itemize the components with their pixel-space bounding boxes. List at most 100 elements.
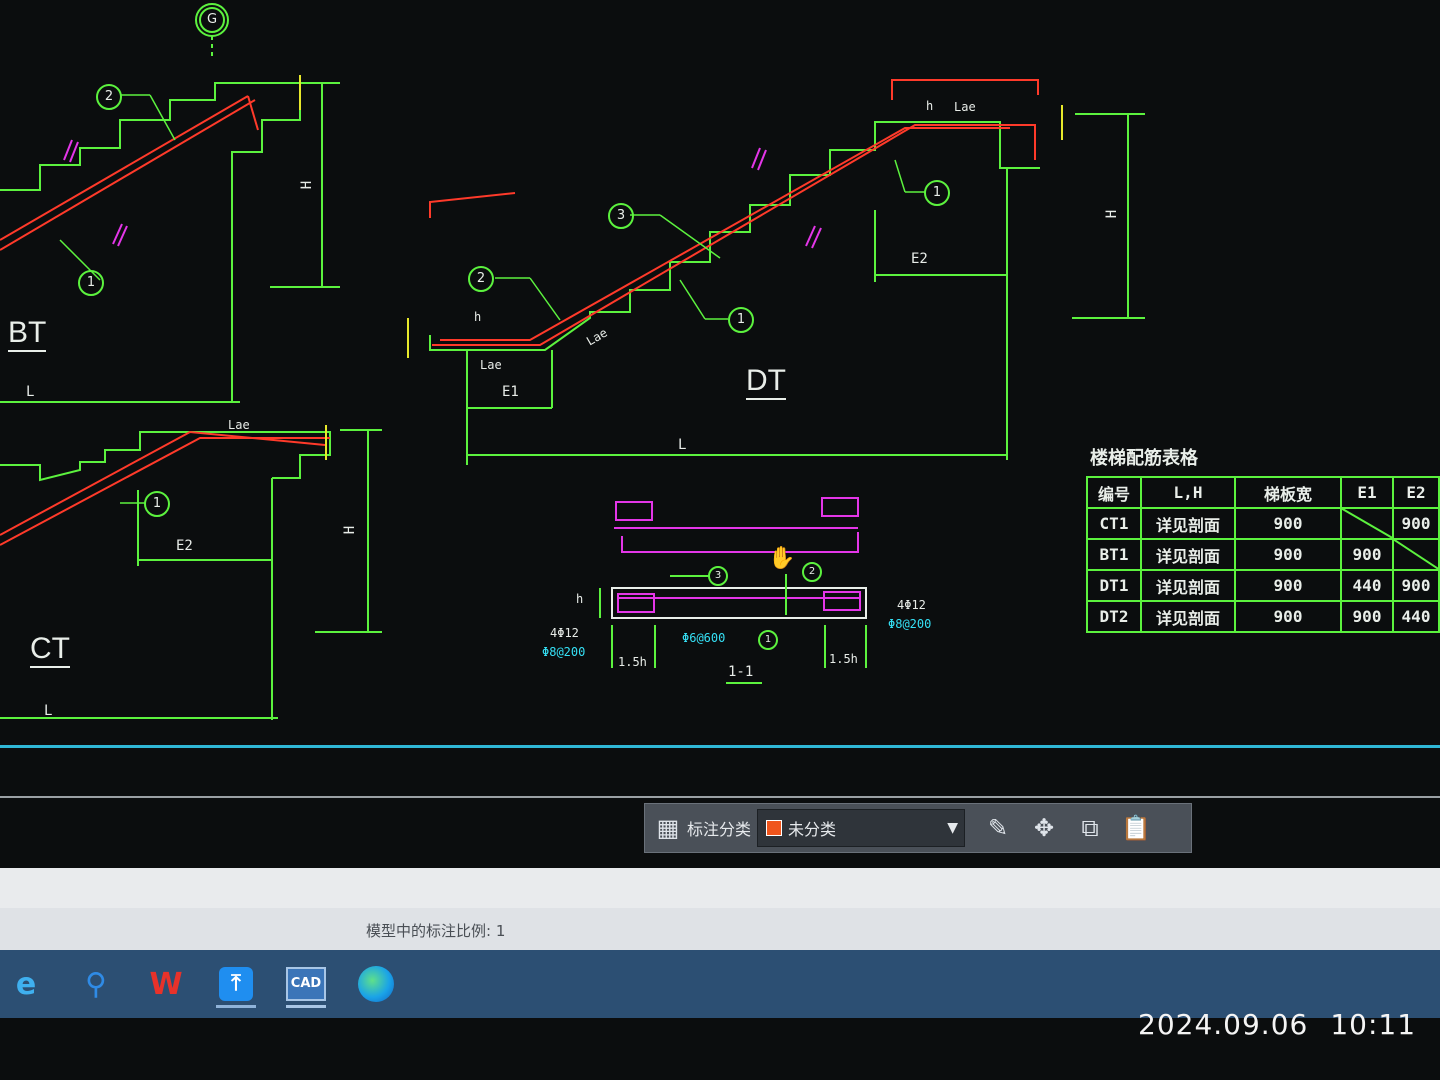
callout-1-bt: 1	[78, 270, 104, 296]
stair-label-ct: CT	[30, 632, 70, 668]
callout-3-section: 3	[708, 566, 728, 586]
callout-2-dt: 2	[468, 266, 494, 292]
chevron-down-icon: ▼	[947, 820, 959, 836]
section-mid-dist: Φ6@600	[682, 631, 726, 645]
stair-label-bt: BT	[8, 316, 47, 352]
photo-timestamp: 2024.09.06 10:11	[1138, 1008, 1416, 1041]
lae-label-dt-bottom: Lae	[480, 358, 502, 372]
lae-label-ct: Lae	[228, 418, 250, 432]
callout-2-section: 2	[802, 562, 822, 582]
command-area-divider	[0, 796, 1440, 798]
table-header: E1	[1340, 476, 1394, 509]
dim-h-bt: H	[299, 180, 316, 190]
table-cell-empty	[1392, 538, 1440, 571]
table-cell: 440	[1340, 569, 1394, 602]
callout-1-dt-high: 1	[924, 180, 950, 206]
dim-h-ct: H	[342, 525, 359, 535]
callout-1-section: 1	[758, 630, 778, 650]
section-title: 1-1	[728, 664, 754, 680]
cad-app-label: CAD	[286, 967, 326, 1001]
status-bar: 模型中的标注比例: 1	[0, 908, 1440, 950]
dt-stair-outline	[429, 113, 1145, 465]
dim-l-dt: L	[678, 437, 687, 453]
section-right-width: 1.5h	[829, 652, 858, 666]
annotation-category-value: 未分类	[788, 820, 837, 839]
annotation-scale-status: 模型中的标注比例: 1	[366, 922, 506, 940]
lae-label-dt-top: Lae	[954, 100, 976, 114]
table-cell-empty	[1340, 507, 1394, 540]
table-header: 编号	[1086, 476, 1142, 509]
table-cell: DT1	[1086, 569, 1142, 602]
edge-icon[interactable]	[352, 960, 400, 1008]
callout-2-bt: 2	[96, 84, 122, 110]
table-cell: 详见剖面	[1140, 538, 1236, 571]
table-row: DT2 详见剖面 900 900 440	[1086, 600, 1440, 633]
stair-label-dt: DT	[746, 364, 786, 400]
table-row: CT1 详见剖面 900 900	[1086, 507, 1440, 540]
category-color-swatch	[766, 820, 783, 836]
dt-rebar	[429, 79, 1039, 346]
table-cell: 详见剖面	[1140, 600, 1236, 633]
table-cell: 900	[1340, 600, 1394, 633]
table-cell: 900	[1234, 600, 1342, 633]
table-header: E2	[1392, 476, 1440, 509]
grid-bubble-label: G	[199, 7, 225, 33]
section-left-bar: 4Φ12	[550, 626, 579, 640]
dim-l-bt: L	[26, 384, 35, 400]
table-cell: 900	[1234, 538, 1342, 571]
rebar-table: 编号 L,H 梯板宽 E1 E2 CT1 详见剖面 900 900 BT1 详见…	[1086, 476, 1440, 633]
search-icon[interactable]: ⚲	[72, 960, 120, 1008]
table-row: DT1 详见剖面 900 440 900	[1086, 569, 1440, 602]
grid-icon[interactable]: ▦	[653, 813, 683, 843]
table-header: 梯板宽	[1234, 476, 1342, 509]
h-label-section: h	[576, 592, 584, 606]
table-cell: 详见剖面	[1140, 569, 1236, 602]
ie-icon[interactable]: e	[2, 960, 50, 1008]
table-cell: 900	[1392, 569, 1440, 602]
pan-hand-icon: ✋	[768, 546, 796, 571]
annotation-toolbar: ▦ 标注分类 未分类 ▼ ✎ ✥ ⧉ 📋	[644, 803, 1192, 853]
dim-e2-dt: E2	[911, 251, 928, 267]
photo-date: 2024.09.06	[1138, 1008, 1309, 1041]
section-bottom-bars	[617, 591, 861, 613]
table-cell: 900	[1392, 507, 1440, 540]
dim-e1-dt: E1	[502, 384, 519, 400]
table-header: L,H	[1140, 476, 1236, 509]
callout-1-ct: 1	[144, 491, 170, 517]
wps-icon[interactable]: W	[142, 960, 190, 1008]
table-cell: 900	[1234, 507, 1342, 540]
command-line-panel[interactable]	[0, 868, 1440, 908]
section-right-bar: 4Φ12	[897, 598, 926, 612]
callout-3-dt: 3	[608, 203, 634, 229]
move-icon[interactable]: ✥	[1029, 813, 1059, 843]
viewport-border	[0, 745, 1440, 748]
table-header-row: 编号 L,H 梯板宽 E1 E2	[1086, 476, 1440, 509]
annotation-category-label: 标注分类	[687, 820, 752, 839]
table-cell: BT1	[1086, 538, 1142, 571]
annotation-category-select[interactable]: 未分类 ▼	[757, 809, 966, 847]
cad-drawing-canvas[interactable]	[0, 0, 1440, 800]
table-cell: 440	[1392, 600, 1440, 633]
table-cell: 900	[1340, 538, 1394, 571]
dim-e2-ct: E2	[176, 538, 193, 554]
rebar-table-title: 楼梯配筋表格	[1090, 448, 1198, 469]
ct-stair-outline	[0, 429, 382, 720]
section-top-bars	[614, 497, 859, 553]
section-left-stirrup: Φ8@200	[542, 645, 586, 659]
section-left-width: 1.5h	[618, 655, 647, 669]
table-cell: DT2	[1086, 600, 1142, 633]
table-cell: 900	[1234, 569, 1342, 602]
table-row: BT1 详见剖面 900 900	[1086, 538, 1440, 571]
edit-icon[interactable]: ✎	[983, 813, 1013, 843]
h-label-dt: h	[474, 310, 482, 324]
dim-h-dt: H	[1104, 209, 1121, 219]
copy-icon[interactable]: ⧉	[1075, 813, 1105, 843]
dim-l-ct: L	[44, 703, 53, 719]
pin-icon[interactable]: ⤒	[212, 960, 260, 1008]
paste-icon[interactable]: 📋	[1121, 813, 1151, 843]
section-right-stirrup: Φ8@200	[888, 617, 932, 631]
table-cell: CT1	[1086, 507, 1142, 540]
ct-rebar	[0, 430, 330, 546]
cad-icon[interactable]: CAD	[282, 960, 330, 1008]
h-label-dt-top: h	[926, 99, 934, 113]
